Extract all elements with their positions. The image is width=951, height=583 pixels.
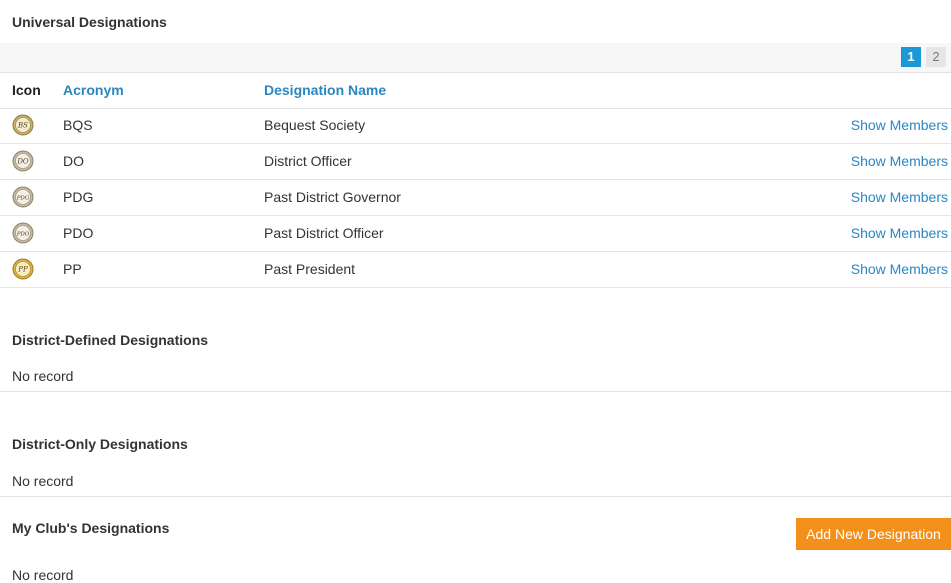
designation-name-cell: Past District Officer [264,225,384,241]
badge-monogram: PDG [16,196,30,202]
pagination-bar [0,43,951,72]
show-members-link[interactable]: Show Members [851,225,948,241]
badge-monogram: BS [17,122,28,130]
acronym-cell: DO [63,153,84,169]
designation-name-cell: Past District Governor [264,189,401,205]
column-header-icon: Icon [12,82,41,98]
designation-name-cell: Bequest Society [264,117,366,133]
district-only-designations-title: District-Only Designations [12,436,188,452]
district-officer-badge-icon: DO [12,150,34,172]
district-defined-empty-text: No record [12,368,74,384]
district-defined-designations-title: District-Defined Designations [12,332,209,348]
page-2-button[interactable]: 2 [926,47,946,67]
bequest-society-badge-icon: BS [12,114,34,136]
universal-designations-title: Universal Designations [12,14,167,30]
past-district-governor-badge-icon: PDG [12,186,34,208]
column-header-acronym[interactable]: Acronym [63,82,124,98]
show-members-link[interactable]: Show Members [851,153,948,169]
badge-monogram: DO [16,158,29,166]
section-divider [0,391,951,392]
column-header-designation-name[interactable]: Designation Name [264,82,386,98]
section-divider [0,496,951,497]
badge-monogram: PP [17,266,28,274]
show-members-link[interactable]: Show Members [851,261,948,277]
acronym-cell: PDG [63,189,94,205]
table-row: PP PP Past President Show Members [0,252,951,288]
page-1-button[interactable]: 1 [901,47,921,67]
table-row: DO DO District Officer Show Members [0,144,951,180]
table-row: PDO PDO Past District Officer Show Membe… [0,216,951,252]
past-president-badge-icon: PP [12,258,34,280]
badge-monogram: PDO [16,232,30,238]
table-row: PDG PDG Past District Governor Show Memb… [0,180,951,216]
designation-name-cell: Past President [264,261,356,277]
acronym-cell: PP [63,261,82,277]
past-district-officer-badge-icon: PDO [12,222,34,244]
table-row: BS BQS Bequest Society Show Members [0,108,951,144]
show-members-link[interactable]: Show Members [851,189,948,205]
my-club-designations-title: My Club's Designations [12,520,170,536]
acronym-cell: BQS [63,117,93,133]
district-only-empty-text: No record [12,473,74,489]
acronym-cell: PDO [63,225,94,241]
show-members-link[interactable]: Show Members [851,117,948,133]
table-header: Icon Acronym Designation Name [0,72,951,109]
designation-name-cell: District Officer [264,153,352,169]
add-new-designation-button[interactable]: Add New Designation [796,518,951,550]
